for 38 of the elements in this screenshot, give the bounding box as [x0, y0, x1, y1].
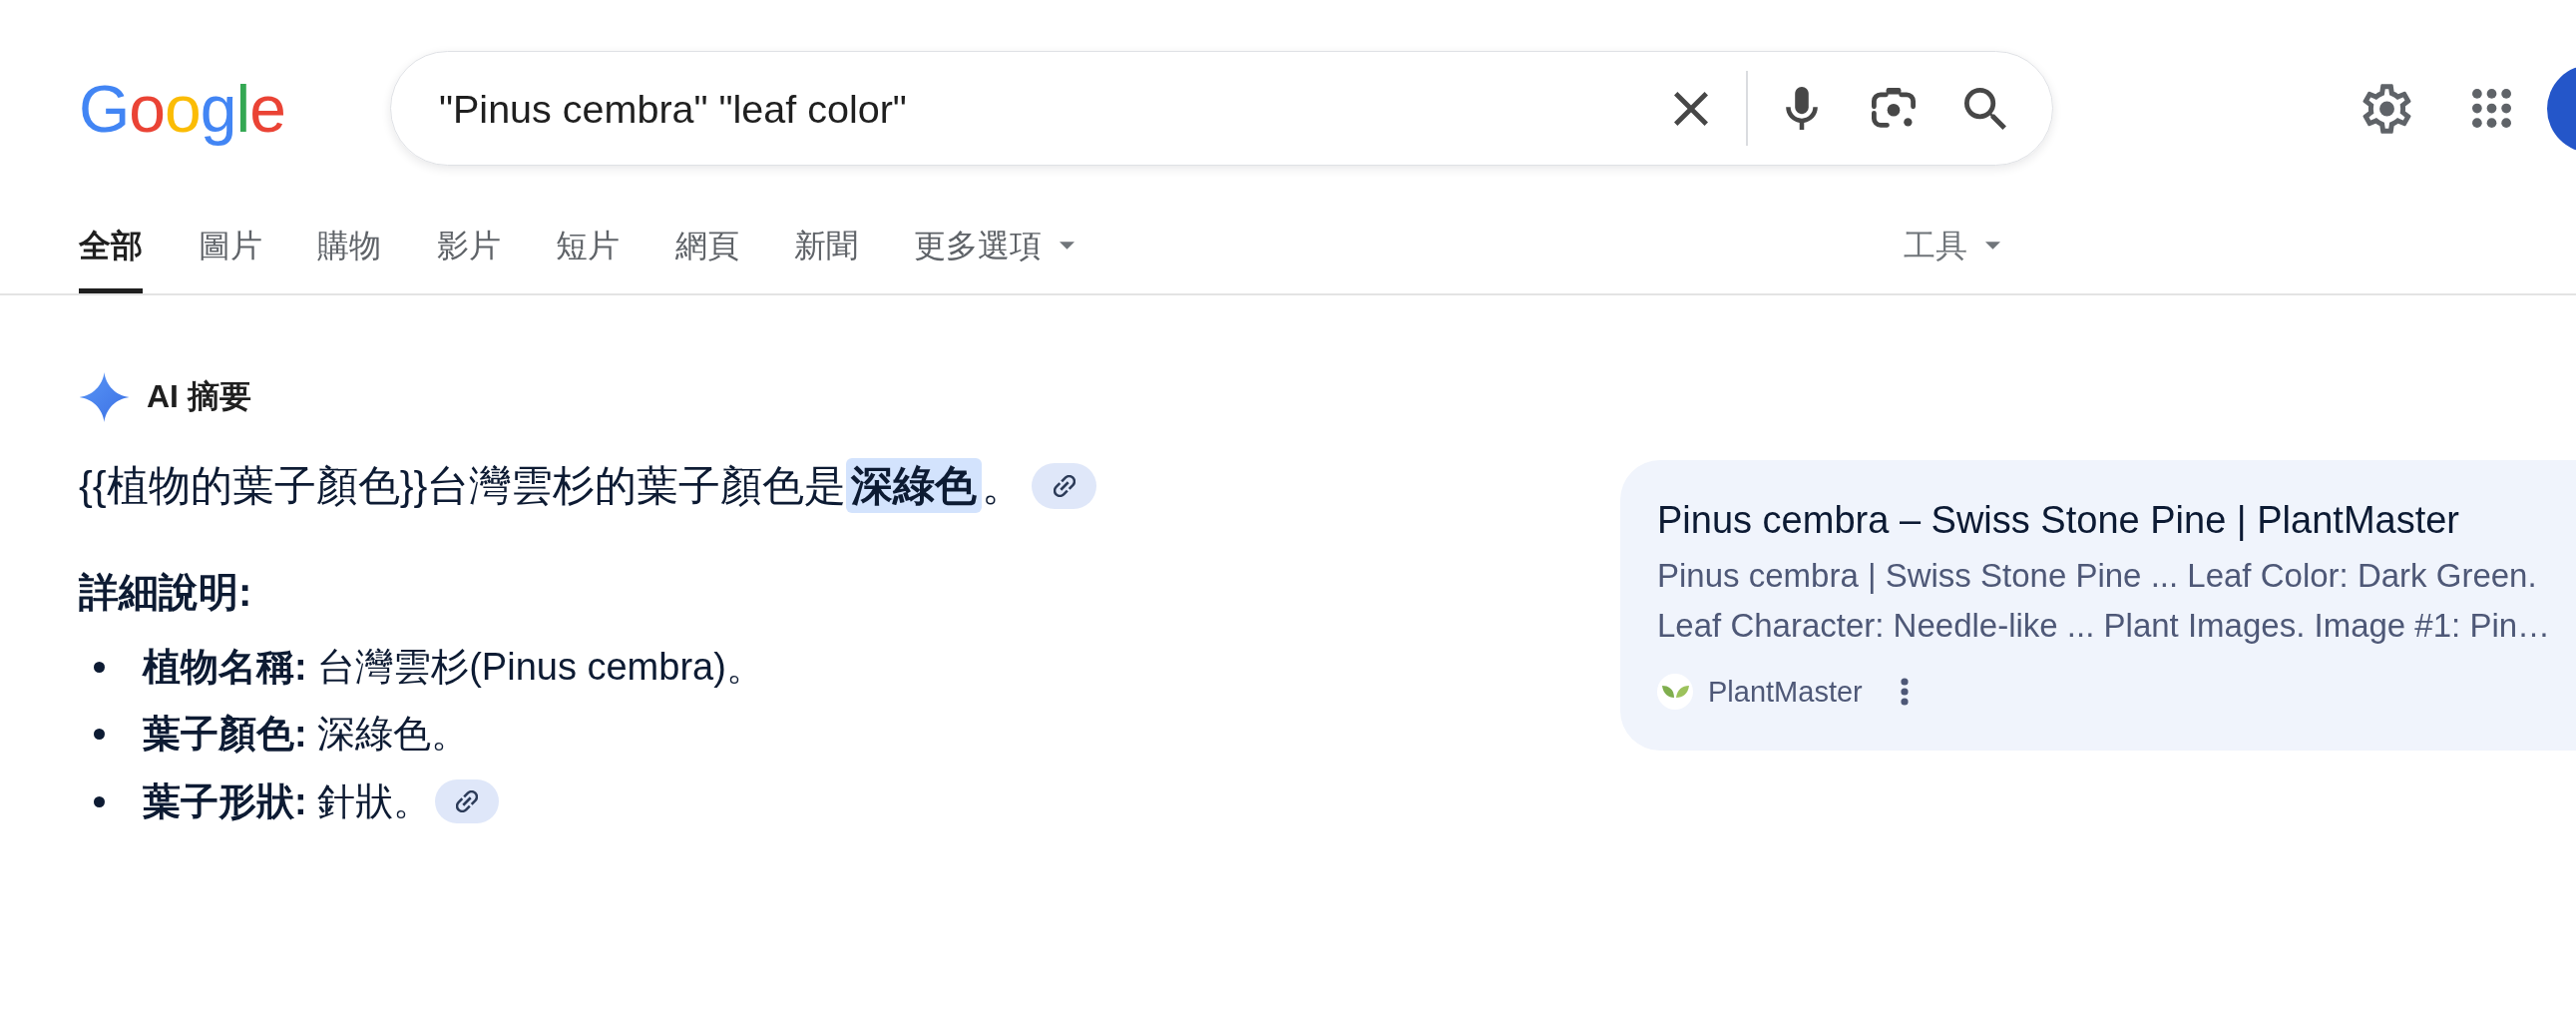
- ai-overview-title: AI 摘要: [147, 377, 251, 416]
- clear-icon[interactable]: [1674, 91, 1708, 126]
- source-title[interactable]: Pinus cembra – Swiss Stone Pine | PlantMaster: [1657, 498, 2576, 542]
- source-link-button[interactable]: [1032, 463, 1097, 509]
- bullet-text: 葉子形狀: 針狀。: [143, 778, 432, 824]
- bullet-icon: [94, 795, 105, 807]
- tab[interactable]: 網頁: [674, 224, 739, 293]
- bullet-icon: [94, 661, 105, 673]
- tab[interactable]: 影片: [436, 224, 501, 293]
- bullet-icon: [94, 729, 105, 740]
- answer-text: {{植物的葉子顏色}}台灣雲杉的葉子顏色是深綠色。: [79, 457, 1025, 515]
- more-icon[interactable]: [1900, 678, 1909, 706]
- caret-icon: [1985, 242, 2000, 250]
- site-name[interactable]: PlantMaster: [1708, 675, 1863, 709]
- bullet-text: 植物名稱: 台灣雲杉(Pinus cembra)。: [143, 644, 764, 690]
- leaf-icon: [1657, 674, 1693, 710]
- tools-button[interactable]: 工具: [1904, 224, 2000, 293]
- bullet-text: 葉子顏色: 深綠色。: [143, 712, 470, 757]
- settings-icon[interactable]: [2362, 83, 2411, 134]
- tab[interactable]: 圖片: [198, 224, 262, 293]
- sparkle-icon: [79, 372, 130, 422]
- snippet-line: Leaf Character: Needle-like ... Plant Images. Image #1: Pin…: [1657, 606, 2552, 646]
- apps-grid-icon[interactable]: [2472, 89, 2511, 128]
- tab[interactable]: 購物: [317, 224, 381, 293]
- link-icon: [456, 790, 479, 812]
- tab[interactable]: 更多選項: [913, 224, 1074, 293]
- tab[interactable]: 新聞: [794, 224, 858, 293]
- source-card[interactable]: Pinus cembra – Swiss Stone Pine | PlantMaster Pinus cembra | Swiss Stone Pine ... Leaf Color: Dark Green. Leaf Character: Needle-like ... Plant Images. Image #1: Pin… PlantMaster: [1620, 460, 2576, 751]
- details-heading: 詳細說明:: [79, 569, 252, 616]
- tab[interactable]: 短片: [556, 224, 620, 293]
- snippet-line: Pinus cembra | Swiss Stone Pine ... Leaf Color: Dark Green.: [1657, 556, 2538, 596]
- camera-lens-icon[interactable]: [1872, 88, 1916, 129]
- search-input[interactable]: "Pinus cembra" "leaf color": [439, 84, 1674, 133]
- source-link-button[interactable]: [435, 779, 500, 823]
- search-icon[interactable]: [1964, 87, 2006, 130]
- microphone-icon[interactable]: [1786, 87, 1818, 130]
- link-icon: [1053, 475, 1075, 497]
- caret-icon: [1059, 242, 1074, 250]
